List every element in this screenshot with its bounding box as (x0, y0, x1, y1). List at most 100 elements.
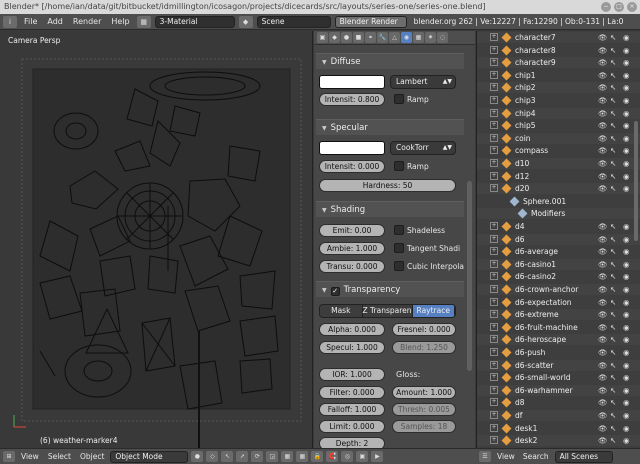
expand-icon[interactable]: + (490, 348, 498, 356)
renderability-camera-icon[interactable]: ◉ (623, 82, 630, 93)
outliner-row[interactable]: + chip1 👁 ↖ ◉ (477, 70, 640, 81)
visibility-eye-icon[interactable]: 👁 (598, 322, 608, 333)
expand-icon[interactable]: + (490, 310, 498, 319)
renderability-camera-icon[interactable]: ◉ (623, 32, 630, 43)
expand-icon[interactable]: + (490, 436, 498, 445)
depth-field[interactable]: Depth: 2 (319, 437, 385, 448)
editor-type-icon[interactable]: ⊞ (3, 451, 15, 462)
data-tab-icon[interactable]: △ (389, 32, 400, 43)
expand-icon[interactable]: + (490, 322, 498, 331)
scene-icon[interactable]: ◆ (238, 15, 253, 28)
outliner-row[interactable]: + desk1 👁 ↖ ◉ (477, 423, 640, 434)
selectability-arrow-icon[interactable]: ↖ (610, 70, 616, 81)
renderability-camera-icon[interactable]: ◉ (623, 385, 630, 396)
transparency-specular-field[interactable]: Specul: 1.000 (319, 341, 385, 354)
outliner-item-name[interactable]: chip5 (515, 120, 536, 131)
translate-icon[interactable]: ➚ (236, 451, 249, 462)
specular-panel-header[interactable]: ▼ Specular (316, 119, 464, 135)
renderability-camera-icon[interactable]: ◉ (623, 334, 630, 345)
outliner-row[interactable]: + character9 👁 ↖ ◉ (477, 57, 640, 69)
visibility-eye-icon[interactable]: 👁 (598, 158, 608, 169)
manipulator-icon[interactable]: ↖ (221, 451, 234, 462)
constraints-tab-icon[interactable]: ⚭ (365, 32, 376, 43)
outliner-editor-type-icon[interactable]: ☰ (479, 451, 491, 462)
maximize-button[interactable]: □ (614, 2, 624, 12)
proportional-icon[interactable]: ◎ (341, 451, 354, 462)
specular-ramp-checkbox[interactable]: Ramp (394, 161, 429, 172)
outliner-item-name[interactable]: d6-expectation (515, 297, 572, 308)
outliner-row[interactable]: + d6-push 👁 ↖ ◉ (477, 347, 640, 358)
visibility-eye-icon[interactable]: 👁 (598, 271, 608, 282)
renderability-camera-icon[interactable]: ◉ (623, 57, 630, 68)
visibility-eye-icon[interactable]: 👁 (598, 183, 608, 194)
object-tab-icon[interactable]: ■ (353, 32, 364, 43)
visibility-eye-icon[interactable]: 👁 (598, 385, 608, 396)
renderability-camera-icon[interactable]: ◉ (623, 372, 630, 383)
visibility-eye-icon[interactable]: 👁 (598, 347, 608, 358)
outliner-item-name[interactable]: d6-small-world (515, 372, 571, 383)
outliner-row[interactable]: + compass 👁 ↖ ◉ (477, 145, 640, 156)
outliner-row[interactable]: + d6-expectation 👁 ↖ ◉ (477, 297, 640, 308)
selectability-arrow-icon[interactable]: ↖ (610, 423, 616, 434)
expand-icon[interactable]: + (490, 83, 498, 92)
selectability-arrow-icon[interactable]: ↖ (610, 221, 616, 232)
falloff-field[interactable]: Falloff: 1.000 (319, 403, 385, 416)
renderability-camera-icon[interactable]: ◉ (623, 133, 630, 144)
selectability-arrow-icon[interactable]: ↖ (610, 372, 616, 383)
menu-add[interactable]: Add (44, 17, 66, 26)
selectability-arrow-icon[interactable]: ↖ (610, 385, 616, 396)
outliner-row[interactable]: + d6-casino2 👁 ↖ ◉ (477, 271, 640, 282)
selectability-arrow-icon[interactable]: ↖ (610, 120, 616, 131)
renderability-camera-icon[interactable]: ◉ (623, 45, 630, 56)
expand-icon[interactable]: + (490, 385, 498, 394)
expand-icon[interactable]: + (490, 159, 498, 167)
outliner-row[interactable]: + character8 👁 ↖ ◉ (477, 45, 640, 56)
visibility-eye-icon[interactable]: 👁 (598, 133, 608, 144)
menu-view[interactable]: View (18, 452, 42, 461)
selectability-arrow-icon[interactable]: ↖ (610, 32, 616, 43)
outliner-item-name[interactable]: d6-extreme (515, 309, 559, 320)
visibility-eye-icon[interactable]: 👁 (598, 423, 608, 434)
outliner-row[interactable]: + d6-average 👁 ↖ ◉ (477, 246, 640, 257)
outliner-item-name[interactable]: desk2 (515, 435, 537, 446)
outliner-row[interactable]: + chip2 👁 ↖ ◉ (477, 82, 640, 94)
renderability-camera-icon[interactable]: ◉ (623, 423, 630, 434)
outliner-scrollbar[interactable] (634, 121, 638, 241)
minimize-button[interactable]: − (601, 2, 611, 12)
scene-tab-icon[interactable]: ◆ (329, 32, 340, 43)
modifiers-tab-icon[interactable]: 🔧 (377, 32, 388, 43)
renderability-camera-icon[interactable]: ◉ (623, 297, 630, 308)
outliner-row[interactable]: + d6-crown-anchor 👁 ↖ ◉ (477, 284, 640, 295)
visibility-eye-icon[interactable]: 👁 (598, 120, 608, 131)
filter-field[interactable]: Filter: 0.000 (319, 386, 385, 399)
outliner-row[interactable]: + df 👁 ↖ ◉ (477, 410, 640, 421)
visibility-eye-icon[interactable]: 👁 (598, 70, 608, 81)
renderability-camera-icon[interactable]: ◉ (623, 171, 630, 182)
expand-icon[interactable]: + (490, 184, 498, 193)
outliner-item-name[interactable]: d6-scatter (515, 360, 553, 371)
outliner-item-name[interactable]: d6 (515, 234, 525, 245)
outliner-row[interactable]: + chip4 👁 ↖ ◉ (477, 107, 640, 119)
outliner-row[interactable]: + coin 👁 ↖ ◉ (477, 132, 640, 144)
expand-icon[interactable]: + (490, 222, 498, 230)
emit-field[interactable]: Emit: 0.00 (319, 224, 385, 237)
selectability-arrow-icon[interactable]: ↖ (610, 45, 616, 56)
rotate-icon[interactable]: ⟳ (251, 451, 264, 462)
outliner-item-name[interactable]: d6-casino1 (515, 259, 556, 270)
selectability-arrow-icon[interactable]: ↖ (610, 183, 616, 194)
expand-icon[interactable]: + (490, 259, 498, 268)
close-button[interactable]: × (627, 2, 637, 12)
visibility-eye-icon[interactable]: 👁 (598, 410, 608, 421)
expand-icon[interactable]: + (490, 335, 498, 344)
outliner-item-name[interactable]: d6-average (515, 246, 558, 257)
expand-icon[interactable]: + (490, 423, 498, 432)
tangent-shading-checkbox[interactable]: Tangent Shadi (394, 243, 460, 254)
outliner-item-name[interactable]: Sphere.001 (523, 196, 566, 207)
outliner-item-name[interactable]: d6-heroscape (515, 334, 566, 345)
menu-help[interactable]: Help (108, 17, 132, 26)
visibility-eye-icon[interactable]: 👁 (598, 234, 608, 245)
layers-icon[interactable]: ▦ (281, 451, 294, 462)
selectability-arrow-icon[interactable]: ↖ (610, 410, 616, 421)
properties-scrollbar[interactable] (467, 181, 472, 371)
info-editor-icon[interactable]: i (3, 15, 17, 28)
